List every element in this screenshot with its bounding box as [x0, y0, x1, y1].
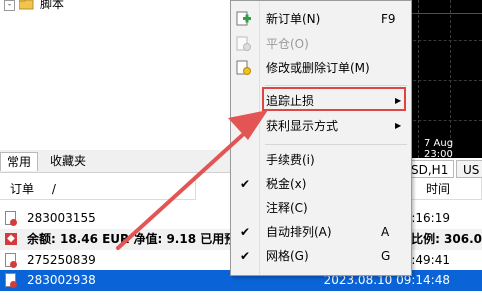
annotation-arrow-icon [116, 110, 268, 250]
